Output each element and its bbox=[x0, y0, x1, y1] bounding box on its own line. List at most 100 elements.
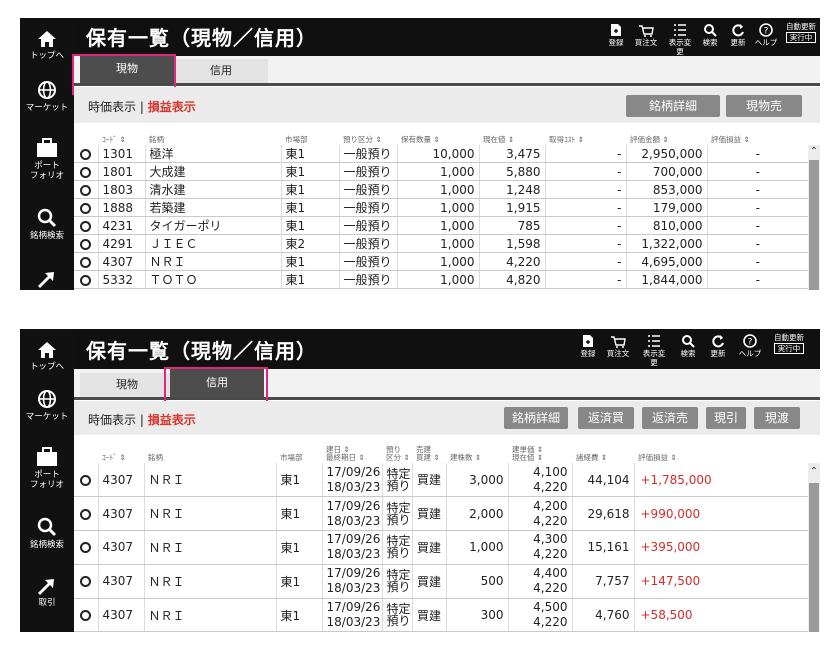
table-row[interactable]: 4291 ＪＩＥＣ 東2 一般預り 1,000 1,598-1,322,000- bbox=[74, 234, 808, 254]
search-button[interactable]: 検索 bbox=[674, 334, 702, 358]
genwatashi-button[interactable]: 現渡 bbox=[754, 407, 800, 429]
nav-top[interactable]: トップへ bbox=[20, 30, 74, 61]
radio-button[interactable] bbox=[80, 542, 92, 554]
table-row[interactable]: 4307 ＮＲＩ 東1 17/09/26 18/03/23 特定 預り 買建 2,000 4,20… bbox=[74, 496, 808, 532]
radio-button[interactable] bbox=[80, 202, 92, 214]
row-select[interactable] bbox=[74, 145, 98, 164]
row-select[interactable] bbox=[74, 162, 98, 182]
table-row[interactable]: 4307 ＮＲＩ 東1 17/09/26 18/03/23 特定 預り 買建 3,000 4,10… bbox=[74, 463, 808, 498]
table-row[interactable]: 4231 タイガーポリ 東1 一般預り 1,000 785-810,000- bbox=[74, 216, 808, 236]
scroll-up-icon[interactable]: ⌃ bbox=[808, 466, 820, 477]
help-button[interactable]: ? ヘルプ bbox=[752, 23, 780, 47]
radio-button[interactable] bbox=[80, 166, 92, 178]
tab-genbutsu[interactable]: 現物 bbox=[80, 373, 174, 397]
help-button[interactable]: ? ヘルプ bbox=[736, 334, 764, 358]
tab-shinyo[interactable]: 信用 bbox=[174, 59, 268, 83]
col-pl[interactable]: 評価損益 ⇕ bbox=[707, 128, 808, 145]
row-select[interactable] bbox=[74, 496, 98, 532]
radio-button[interactable] bbox=[80, 508, 92, 520]
row-select[interactable] bbox=[74, 564, 98, 599]
scrollbar[interactable]: ⌃ bbox=[808, 145, 820, 290]
genbiki-button[interactable]: 現引 bbox=[706, 407, 746, 429]
scroll-thumb[interactable] bbox=[809, 483, 819, 632]
col-custody[interactable]: 預り区分 ⇕ bbox=[339, 128, 397, 145]
buy-order-button[interactable]: 買注文 bbox=[632, 23, 660, 47]
display-change-button[interactable]: 表示変更 bbox=[666, 23, 694, 56]
scrollbar[interactable]: ⌃ bbox=[808, 463, 820, 632]
table-row[interactable]: 4307 ＮＲＩ 東1 17/09/26 18/03/23 特定 預り 買建 500 4,400 4… bbox=[74, 564, 808, 599]
genbutsu-sell-button[interactable]: 現物売 bbox=[726, 95, 802, 117]
repay-buy-button[interactable]: 返済買 bbox=[578, 407, 634, 429]
table-row[interactable]: 4307 ＮＲＩ 東1 17/09/26 18/03/23 特定 預り 買建 1,000 4,30… bbox=[74, 530, 808, 565]
price-display-toggle[interactable]: 時価表示 bbox=[88, 100, 136, 114]
radio-button[interactable] bbox=[80, 184, 92, 196]
scroll-up-icon[interactable]: ⌃ bbox=[808, 146, 820, 157]
stock-detail-button[interactable]: 銘柄詳細 bbox=[504, 407, 568, 429]
row-select[interactable] bbox=[74, 252, 98, 272]
col-pl[interactable]: 評価損益 ⇕ bbox=[634, 437, 808, 463]
nav-portfolio[interactable]: ポート フォリオ bbox=[20, 447, 74, 490]
register-button[interactable]: 登録 bbox=[602, 23, 630, 47]
col-code[interactable]: ｺｰﾄﾞ ⇕ bbox=[98, 437, 144, 463]
cost-cell: - bbox=[544, 234, 626, 254]
col-code[interactable]: ｺｰﾄﾞ ⇕ bbox=[98, 128, 145, 145]
row-select[interactable] bbox=[74, 598, 98, 632]
table-row[interactable]: 4307 ＮＲＩ 東1 一般預り 1,000 4,220-4,695,000- bbox=[74, 252, 808, 272]
refresh-button[interactable]: 更新 bbox=[724, 23, 752, 47]
table-row[interactable]: 1888 若築建 東1 一般預り 1,000 1,915-179,000- bbox=[74, 198, 808, 218]
row-select[interactable] bbox=[74, 270, 98, 290]
search-button[interactable]: 検索 bbox=[696, 23, 724, 47]
display-change-button[interactable]: 表示変更 bbox=[640, 334, 668, 367]
radio-button[interactable] bbox=[80, 256, 92, 268]
row-select[interactable] bbox=[74, 530, 98, 565]
nav-market[interactable]: マーケット bbox=[20, 389, 74, 422]
table-row[interactable]: 1801 大成建 東1 一般預り 1,000 5,880-700,000- bbox=[74, 162, 808, 182]
col-price[interactable]: 現在値 ⇕ bbox=[479, 128, 545, 145]
radio-button[interactable] bbox=[80, 576, 92, 588]
col-dates[interactable]: 建日 ⇕ 最終期日 ⇕ bbox=[322, 437, 382, 463]
table-row[interactable]: 5332 ＴＯＴＯ 東1 一般預り 1,000 4,820-1,844,000- bbox=[74, 270, 808, 290]
nav-market[interactable]: マーケット bbox=[20, 80, 74, 113]
stock-detail-button[interactable]: 銘柄詳細 bbox=[626, 95, 720, 117]
radio-button[interactable] bbox=[80, 238, 92, 250]
col-fee[interactable]: 諸経費 ⇕ bbox=[572, 437, 634, 463]
refresh-button[interactable]: 更新 bbox=[704, 334, 732, 358]
radio-button[interactable] bbox=[80, 274, 92, 286]
table-row[interactable]: 1301 極洋 東1 一般預り 10,000 3,475-2,950,000- bbox=[74, 145, 808, 164]
row-select[interactable] bbox=[74, 463, 98, 498]
pl-display-toggle[interactable]: 損益表示 bbox=[148, 100, 196, 114]
nav-search[interactable]: 銘柄検索 bbox=[20, 208, 74, 241]
nav-top[interactable]: トップへ bbox=[20, 341, 74, 372]
auto-update-toggle[interactable]: 自動更新 実行中 bbox=[786, 22, 816, 43]
row-select[interactable] bbox=[74, 216, 98, 236]
pl-display-toggle[interactable]: 損益表示 bbox=[148, 413, 196, 427]
row-select[interactable] bbox=[74, 234, 98, 254]
auto-update-toggle[interactable]: 自動更新 実行中 bbox=[774, 333, 804, 354]
col-cost[interactable]: 取得ｺｽﾄ ⇕ bbox=[545, 128, 626, 145]
radio-button[interactable] bbox=[80, 474, 92, 486]
scroll-thumb[interactable] bbox=[809, 160, 819, 290]
nav-portfolio[interactable]: ポート フォリオ bbox=[20, 138, 74, 181]
repay-sell-button[interactable]: 返済売 bbox=[642, 407, 698, 429]
col-prices[interactable]: 建単価 ⇕ 現在値 ⇕ bbox=[508, 437, 572, 463]
row-select[interactable] bbox=[74, 180, 98, 200]
row-select[interactable] bbox=[74, 198, 98, 218]
table-row[interactable]: 1803 清水建 東1 一般預り 1,000 1,248-853,000- bbox=[74, 180, 808, 200]
refresh-icon bbox=[732, 24, 744, 37]
radio-button[interactable] bbox=[80, 220, 92, 232]
nav-trade[interactable] bbox=[20, 268, 74, 290]
buy-order-button[interactable]: 買注文 bbox=[604, 334, 632, 358]
qty-cell: 1,000 bbox=[396, 180, 479, 200]
radio-button[interactable] bbox=[80, 610, 92, 622]
col-custody[interactable]: 預り区分 ⇕ bbox=[382, 437, 412, 463]
price-display-toggle[interactable]: 時価表示 bbox=[88, 413, 136, 427]
register-button[interactable]: 登録 bbox=[574, 334, 602, 358]
nav-trade[interactable]: 取引 bbox=[20, 575, 74, 608]
table-row[interactable]: 4307 ＮＲＩ 東1 17/09/26 18/03/23 特定 預り 買建 300 4,500 4… bbox=[74, 598, 808, 632]
radio-button[interactable] bbox=[80, 148, 92, 160]
col-qty[interactable]: 建株数 ⇕ bbox=[446, 437, 508, 463]
nav-search[interactable]: 銘柄検索 bbox=[20, 517, 74, 550]
col-side[interactable]: 売建 買建 ⇕ bbox=[412, 437, 446, 463]
col-value[interactable]: 評価金額 ⇕ bbox=[626, 128, 707, 145]
col-qty[interactable]: 保有数量 ⇕ bbox=[397, 128, 479, 145]
